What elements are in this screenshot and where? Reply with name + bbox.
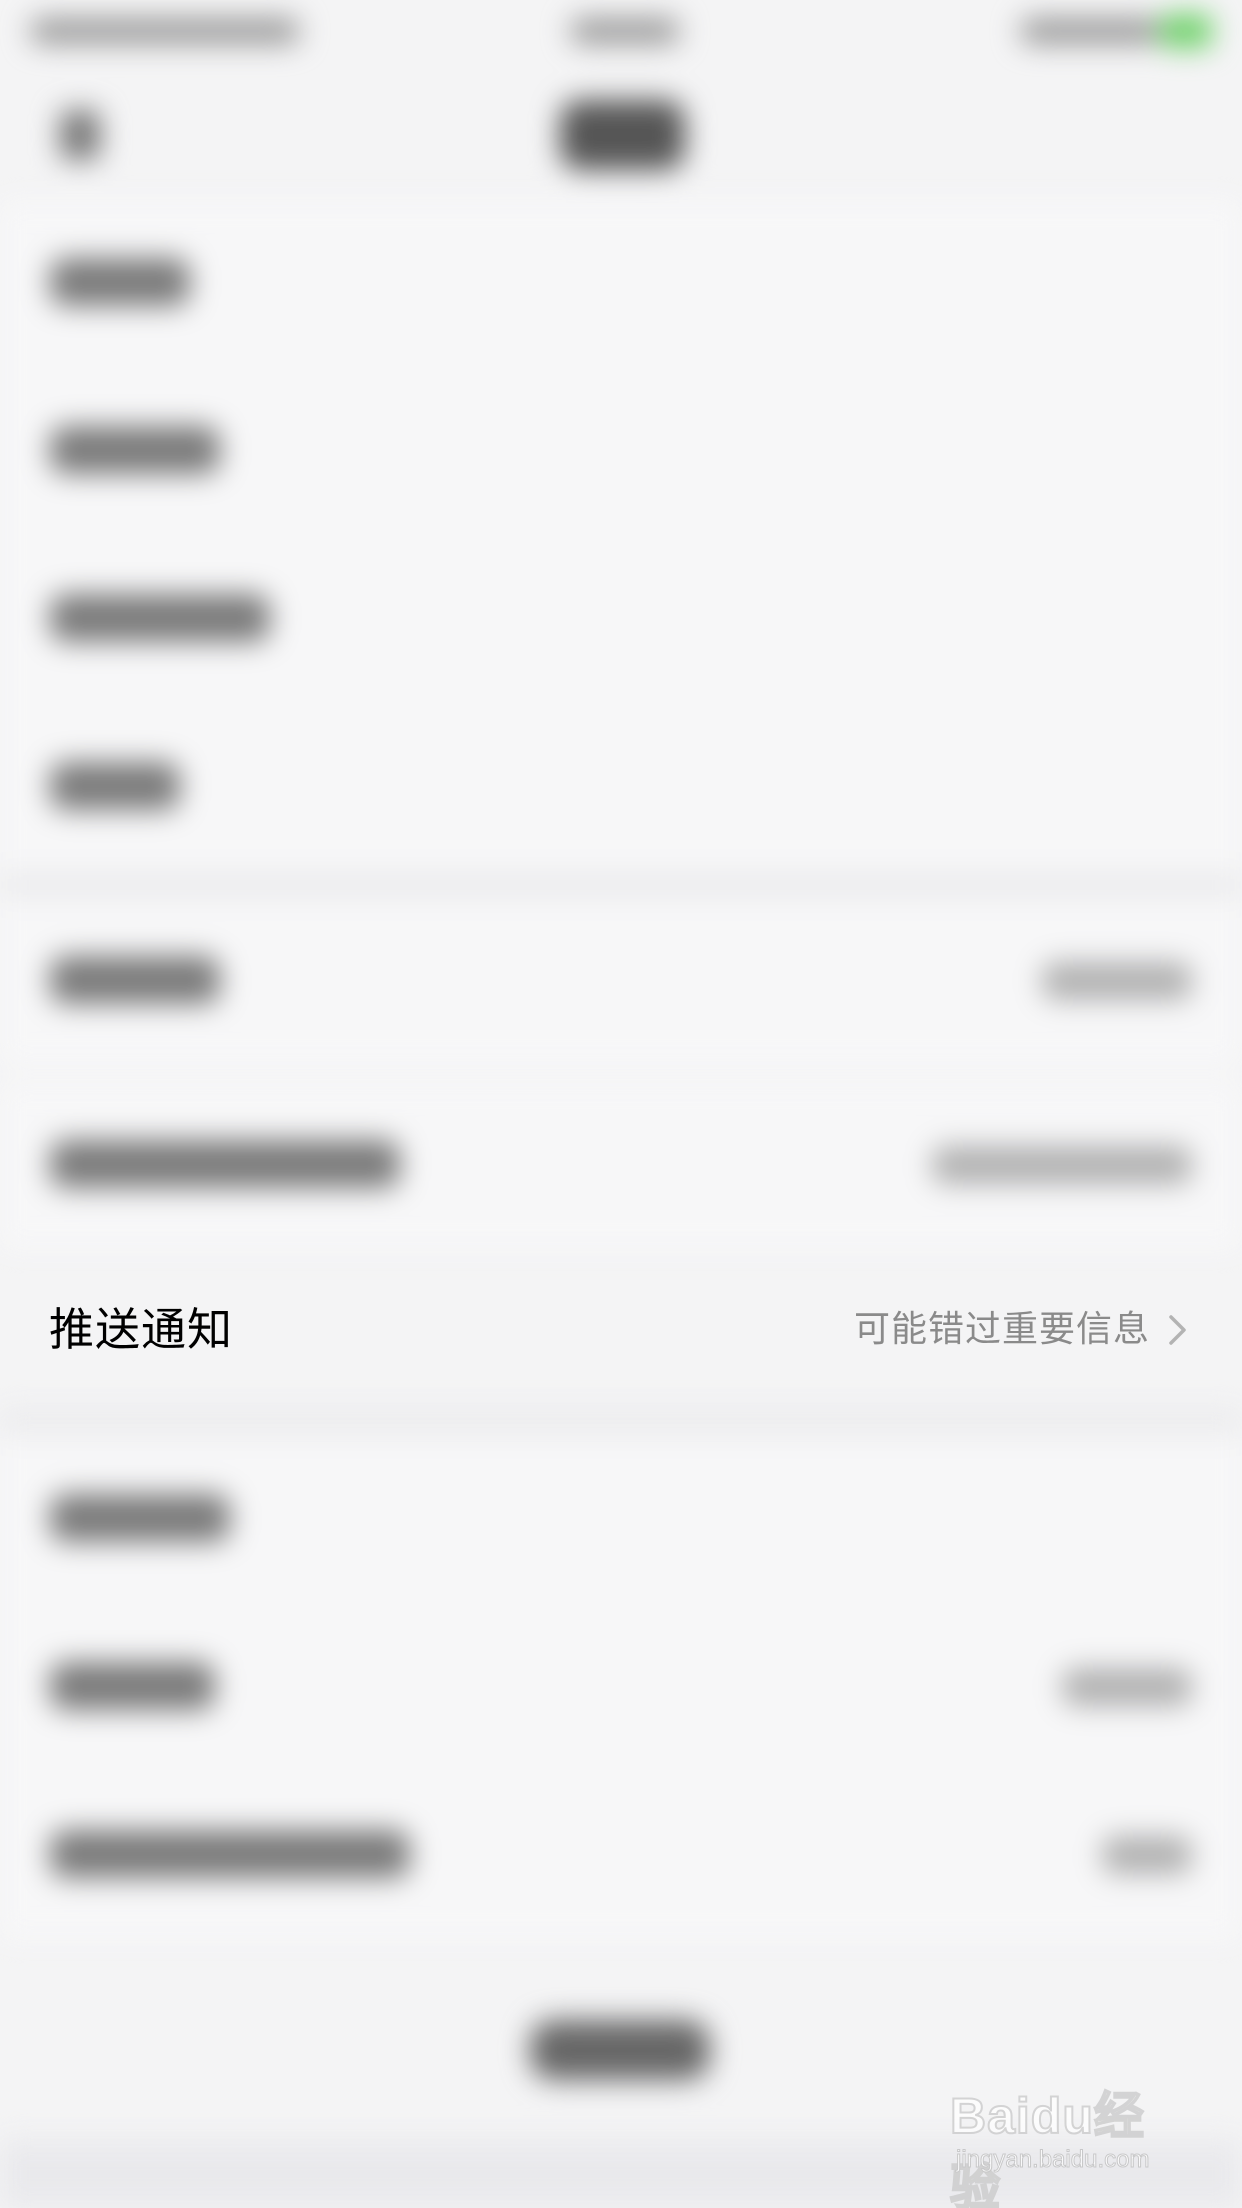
settings-row[interactable] xyxy=(0,1604,1242,1772)
settings-row[interactable] xyxy=(0,200,1242,368)
battery-icon xyxy=(1160,14,1212,48)
section-divider xyxy=(0,1410,1242,1436)
settings-row[interactable] xyxy=(0,1082,1242,1250)
watermark-brand: Baidu经验 xyxy=(949,2087,1145,2208)
chevron-right-icon xyxy=(1169,1315,1186,1345)
blurred-background xyxy=(0,0,1242,2208)
bottom-action-button[interactable] xyxy=(530,2020,710,2080)
back-icon[interactable] xyxy=(60,110,100,160)
settings-screen: 推送通知 可能错过重要信息 Baidu经验 jingyan.baidu.com xyxy=(0,0,1242,2208)
status-bar-time xyxy=(570,18,680,44)
push-notification-label: 推送通知 xyxy=(49,1303,234,1356)
baidu-jingyan-watermark: Baidu经验 jingyan.baidu.com xyxy=(949,2068,1190,2208)
push-notification-row[interactable]: 推送通知 可能错过重要信息 xyxy=(0,1250,1242,1410)
settings-row[interactable] xyxy=(0,536,1242,704)
settings-row[interactable] xyxy=(0,898,1242,1066)
settings-row[interactable] xyxy=(0,704,1242,872)
settings-row[interactable] xyxy=(0,368,1242,536)
section-divider xyxy=(0,872,1242,898)
watermark-url: jingyan.baidu.com xyxy=(955,2146,1150,2174)
settings-row[interactable] xyxy=(0,1772,1242,1940)
push-notification-status: 可能错过重要信息 xyxy=(853,1309,1150,1350)
status-bar-left xyxy=(30,18,300,44)
status-bar-right xyxy=(1020,18,1160,44)
navigation-bar xyxy=(0,60,1242,200)
page-title xyxy=(560,100,685,170)
status-bar xyxy=(0,0,1242,60)
settings-row[interactable] xyxy=(0,1436,1242,1604)
